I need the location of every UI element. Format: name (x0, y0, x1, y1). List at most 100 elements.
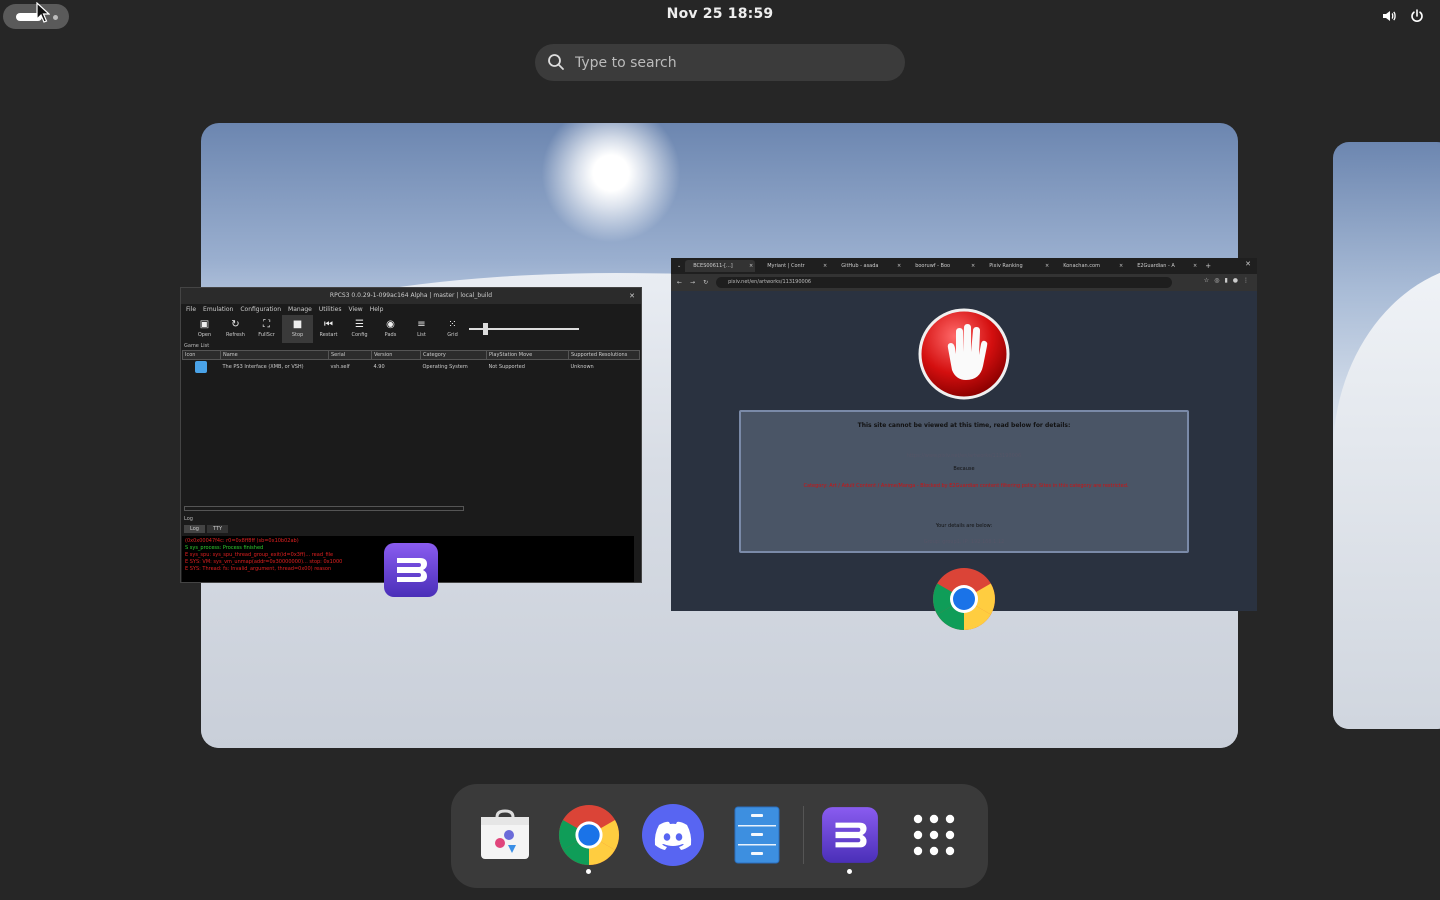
star-icon[interactable]: ☆ (1204, 277, 1209, 284)
close-icon[interactable]: × (1193, 260, 1197, 272)
toolbar: ▣ Open ↻ Refresh ⛶ FullScr ■ Stop ⏮ Restart ☰… (181, 315, 641, 343)
grid-button[interactable]: ⁙ Grid (437, 315, 468, 343)
details-value: Group: group1, IP: 192.168.1.12 (923, 539, 1005, 545)
column-header[interactable]: Serial (328, 350, 372, 360)
search-icon (547, 53, 565, 75)
log-tabs: Log TTY (184, 525, 229, 533)
column-header[interactable]: Supported Resolutions (568, 350, 640, 360)
list-button[interactable]: ≡ List (406, 315, 437, 343)
power-icon[interactable] (1408, 6, 1426, 26)
dash-app-rpcs3[interactable] (817, 802, 883, 868)
new-tab-icon[interactable]: + (1205, 262, 1211, 270)
reload-icon[interactable]: ↻ (703, 279, 708, 286)
tab-tty[interactable]: TTY (206, 525, 229, 533)
pads-button[interactable]: ◉ Pads (375, 315, 406, 343)
restart-button[interactable]: ⏮ Restart (313, 315, 344, 343)
tab-title: Myriant | Contr (767, 263, 805, 269)
tool-label: Config (351, 332, 368, 338)
extension-icon[interactable]: ◎ (1214, 277, 1219, 284)
profile-icon[interactable]: ● (1233, 277, 1238, 284)
running-indicator (586, 869, 591, 874)
running-indicator (847, 869, 852, 874)
chrome-window-preview[interactable]: ⌄ BCES00611-[...] × Myriant | Contr × GitH… (671, 258, 1257, 611)
game-icon-cell (183, 360, 221, 374)
column-header[interactable]: PlayStation Move (486, 350, 569, 360)
clock[interactable]: Nov 25 18:59 (0, 6, 1440, 22)
window-titlebar: RPCS3 0.0.29-1-099ac164 Alpha | master |… (181, 288, 641, 304)
tool-label: Refresh (226, 332, 245, 338)
tab-log[interactable]: Log (184, 525, 205, 533)
chrome-tab[interactable]: GitHub - asada × (833, 260, 903, 272)
next-workspace-thumbnail[interactable] (1333, 142, 1440, 729)
address-bar[interactable]: pixiv.net/en/artworks/113190006 (716, 277, 1173, 288)
close-icon[interactable]: × (823, 260, 827, 272)
system-status-area[interactable] (1380, 6, 1426, 26)
game-serial: vsh.self (330, 363, 350, 370)
menu-manage[interactable]: Manage (288, 304, 312, 315)
column-header[interactable]: Category (420, 350, 487, 360)
url-text: pixiv.net/en/artworks/113190006 (728, 279, 812, 285)
tab-title: Konachan.com (1063, 263, 1100, 269)
stop-hand-icon (918, 308, 1010, 400)
content-blocked-panel: This site cannot be viewed at this time,… (739, 410, 1189, 553)
tool-label: Pads (384, 332, 397, 338)
rpcs3-icon (822, 807, 878, 863)
rpcs3-window-preview[interactable]: RPCS3 0.0.29-1-099ac164 Alpha | master |… (180, 287, 642, 583)
blocked-url[interactable]: https://www.pixiv.net/en/artworks/113190… (741, 453, 1187, 459)
show-apps-button[interactable] (901, 802, 967, 868)
menu-help[interactable]: Help (370, 304, 384, 315)
chrome-tab[interactable]: Myriant | Contr × (759, 260, 829, 272)
chrome-tab[interactable]: Konachan.com × (1055, 260, 1125, 272)
menu-emulation[interactable]: Emulation (203, 304, 233, 315)
table-row[interactable]: The PS3 Interface (XMB, or VSH) vsh.self… (183, 360, 640, 374)
close-icon[interactable]: ✕ (629, 288, 635, 304)
tab-title: Pixiv Ranking (989, 263, 1023, 269)
tab-title: booruwf - Boo (915, 263, 951, 269)
dash-app-software[interactable] (472, 802, 538, 868)
menu-configuration[interactable]: Configuration (240, 304, 281, 315)
close-icon[interactable]: ✕ (1245, 260, 1251, 268)
chevron-down-icon[interactable]: ⌄ (677, 263, 681, 269)
dash-app-discord[interactable] (640, 802, 706, 868)
dash-app-chrome[interactable] (556, 802, 622, 868)
volume-icon[interactable] (1380, 6, 1398, 26)
open-button[interactable]: ▣ Open (189, 315, 220, 343)
close-icon[interactable]: × (971, 260, 975, 272)
kebab-menu-icon[interactable]: ⋮ (1243, 277, 1249, 284)
menu-file[interactable]: File (186, 304, 196, 315)
close-icon[interactable]: × (1045, 260, 1049, 272)
icon-size-slider[interactable] (469, 323, 579, 335)
details-label: Your details are below: (935, 523, 993, 529)
chrome-tab[interactable]: booruwf - Boo × (907, 260, 977, 272)
close-icon[interactable]: × (1119, 260, 1123, 272)
chrome-tab[interactable]: Pixiv Ranking × (981, 260, 1051, 272)
chrome-tab[interactable]: E2Guardian - A × (1129, 260, 1199, 272)
wallpaper-sun (541, 123, 681, 243)
chrome-tab[interactable]: BCES00611-[...] × (685, 260, 756, 272)
toolbar-actions: ☆ ◎ ▮ ● ⋮ (1204, 277, 1249, 284)
back-icon[interactable]: ← (677, 279, 682, 286)
dash-app-files[interactable] (724, 802, 790, 868)
sidepanel-icon[interactable]: ▮ (1224, 277, 1227, 284)
column-header[interactable]: Name (220, 350, 329, 360)
menu-view[interactable]: View (348, 304, 362, 315)
chrome-tab-strip: ⌄ BCES00611-[...] × Myriant | Contr × GitH… (671, 258, 1257, 274)
fullscreen-button[interactable]: ⛶ FullScr (251, 315, 282, 343)
stop-button[interactable]: ■ Stop (282, 315, 313, 343)
column-header[interactable]: Icon (182, 350, 221, 360)
horizontal-scrollbar[interactable] (184, 506, 464, 511)
search-input[interactable] (575, 50, 885, 75)
list-icon: ≡ (417, 319, 426, 330)
menu-utilities[interactable]: Utilities (319, 304, 342, 315)
slider-handle[interactable] (483, 323, 488, 335)
forward-icon[interactable]: → (690, 279, 695, 286)
close-icon[interactable]: × (897, 260, 901, 272)
search-bar[interactable] (535, 44, 905, 81)
config-button[interactable]: ☰ Config (344, 315, 375, 343)
close-icon[interactable]: × (749, 260, 753, 272)
column-header[interactable]: Version (371, 350, 421, 360)
because-label: Because (953, 466, 975, 472)
tool-label: Grid (447, 332, 458, 338)
tool-label: Stop (291, 332, 304, 338)
refresh-button[interactable]: ↻ Refresh (220, 315, 251, 343)
